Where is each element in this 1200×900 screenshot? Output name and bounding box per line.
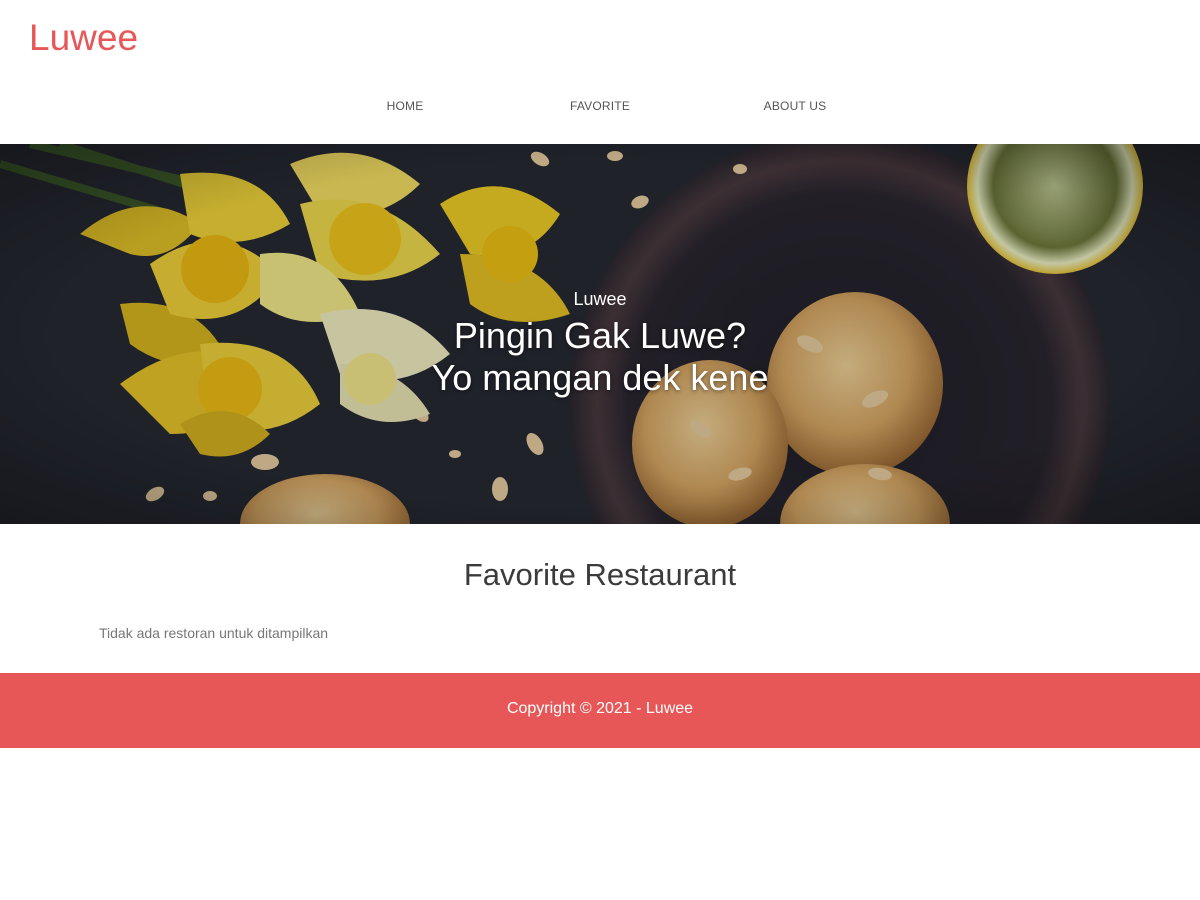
page-title: Favorite Restaurant bbox=[463, 557, 737, 592]
page-footer: Copyright © 2021 - Luwee bbox=[0, 673, 1200, 748]
nav-favorite-link[interactable]: FAVORITE bbox=[540, 92, 660, 120]
empty-state-message: Tidak ada restoran untuk ditampilkan bbox=[99, 625, 329, 641]
hero-headline-line2: Yo mangan dek kene bbox=[431, 357, 769, 398]
brand-logo[interactable]: Luwee bbox=[29, 16, 138, 60]
hero-banner: Luwee Pingin Gak Luwe? Yo mangan dek ken… bbox=[0, 144, 1200, 524]
app-header: Luwee HOME FAVORITE ABOUT US bbox=[0, 0, 1200, 144]
copyright-text: Copyright © 2021 - Luwee bbox=[506, 700, 694, 717]
main-nav: HOME FAVORITE ABOUT US bbox=[0, 92, 1200, 120]
hero-headline-line1: Pingin Gak Luwe? bbox=[453, 315, 747, 356]
favorite-section: Favorite Restaurant Tidak ada restoran u… bbox=[0, 524, 1200, 673]
nav-about-us-link[interactable]: ABOUT US bbox=[735, 92, 855, 120]
hero-tagline: Luwee bbox=[573, 289, 627, 309]
nav-home-link[interactable]: HOME bbox=[345, 92, 465, 120]
